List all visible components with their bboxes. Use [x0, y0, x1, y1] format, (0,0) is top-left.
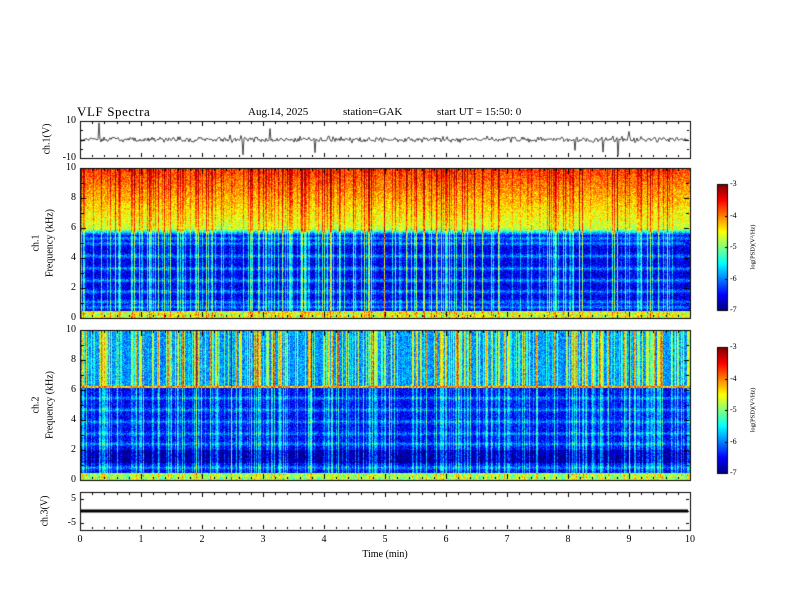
ch3-waveform-ytick-label: -5 [67, 516, 76, 528]
x-tick-label: 6 [443, 534, 449, 545]
colorbar2-tick-label: -4 [730, 373, 737, 383]
header-start-ut: start UT = 15:50: 0 [437, 106, 522, 118]
ch2-spectrogram-ylabel-frequency: Frequency (kHz) [44, 370, 56, 440]
x-tick-label: 2 [199, 534, 205, 545]
colorbar2-tick-label: -7 [730, 468, 737, 477]
ch1-spectrogram-ytick-label: 10 [66, 162, 76, 173]
ch1-waveform-ylabel: ch.1(V) [41, 123, 53, 155]
colorbar2-tick-label: -6 [730, 436, 737, 446]
vlf-spectra-page: VLF Spectra Aug.14, 2025 station=GAK sta… [0, 0, 792, 612]
x-tick-label: 10 [685, 534, 695, 545]
plot-title: VLF Spectra [77, 104, 151, 119]
colorbar1-tick-label: -5 [730, 242, 737, 251]
x-tick-label: 9 [626, 534, 632, 545]
spectra-plot-canvas [0, 0, 792, 612]
ch1-spectrogram-ytick-label: 4 [71, 252, 76, 263]
x-tick-label: 1 [138, 534, 144, 545]
header-date: Aug.14, 2025 [248, 106, 309, 118]
ch2-spectrogram-ytick-label: 2 [71, 444, 76, 455]
time-axis-label: Time (min) [362, 549, 408, 560]
ch1-spectrogram-ytick-label: 6 [71, 222, 76, 233]
x-tick-label: 5 [382, 534, 388, 545]
header-station: station=GAK [343, 106, 403, 118]
colorbar1-tick-label: -4 [730, 210, 737, 220]
colorbar1-tick-label: -3 [730, 179, 737, 188]
x-tick-label: 8 [565, 534, 571, 545]
x-tick-label: 4 [321, 534, 327, 545]
colorbar2-tick-label: -3 [730, 342, 737, 351]
ch2-spectrogram-ylabel-channel: ch.2 [30, 396, 42, 414]
x-tick-label: 0 [77, 534, 83, 545]
colorbar1-label: log(PSD)(V²/Hz) [749, 224, 757, 270]
x-tick-label: 7 [504, 534, 510, 545]
ch3-waveform-ytick-label: 5 [71, 493, 76, 505]
ch1-spectrogram-ytick-label: 0 [71, 312, 76, 323]
ch1-spectrogram-ytick-label: 2 [71, 282, 76, 293]
colorbar2-tick-label: -5 [730, 405, 737, 414]
colorbar1-tick-label: -6 [730, 273, 737, 283]
ch2-spectrogram-ytick-label: 4 [71, 414, 76, 425]
colorbar1-tick-label: -7 [730, 305, 737, 314]
ch1-waveform-ytick-label: 10 [66, 115, 76, 126]
ch1-spectrogram-ylabel-channel: ch.1 [30, 234, 42, 252]
colorbar2-label: log(PSD)(V²/Hz) [749, 387, 757, 433]
ch2-spectrogram-ytick-label: 8 [71, 354, 76, 365]
ch1-spectrogram-ylabel-frequency: Frequency (kHz) [44, 208, 56, 278]
ch2-spectrogram-ytick-label: 6 [71, 384, 76, 395]
ch1-spectrogram-ytick-label: 8 [71, 192, 76, 203]
ch2-spectrogram-ytick-label: 0 [71, 474, 76, 485]
ch2-spectrogram-ytick-label: 10 [66, 324, 76, 335]
x-tick-label: 3 [260, 534, 266, 545]
